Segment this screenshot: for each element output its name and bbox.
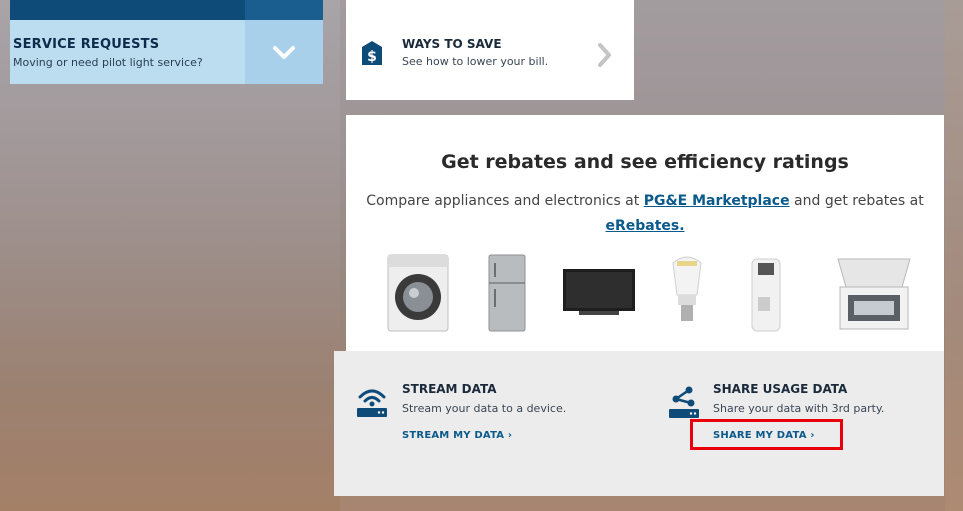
refrigerator-icon[interactable] xyxy=(487,253,527,333)
service-requests-toggle[interactable] xyxy=(245,20,323,84)
highlight-box xyxy=(690,419,843,450)
share-usage-data-title: SHARE USAGE DATA xyxy=(713,382,848,396)
chevron-right-icon[interactable] xyxy=(597,42,613,68)
dollar-icon: $ xyxy=(362,41,382,65)
ways-to-save-title: WAYS TO SAVE xyxy=(402,37,502,51)
svg-text:$: $ xyxy=(367,49,377,65)
share-network-icon xyxy=(669,386,699,418)
rebates-panel: Get rebates and see efficiency ratings C… xyxy=(346,115,944,351)
erebates-link[interactable]: eRebates. xyxy=(605,218,684,234)
wifi-router-icon xyxy=(357,389,387,417)
rebates-description: Compare appliances and electronics at PG… xyxy=(346,193,944,209)
ways-to-save-card[interactable]: $ WAYS TO SAVE See how to lower your bil… xyxy=(346,0,634,100)
marketplace-link[interactable]: PG&E Marketplace xyxy=(644,193,790,209)
data-services-panel: STREAM DATA Stream your data to a device… xyxy=(334,351,944,496)
chest-freezer-icon[interactable] xyxy=(834,253,914,333)
television-icon[interactable] xyxy=(561,253,637,333)
washing-machine-icon[interactable] xyxy=(386,253,450,333)
service-requests-panel[interactable] xyxy=(10,20,245,84)
rebates-text-before: Compare appliances and electronics at xyxy=(366,193,644,209)
stream-my-data-link[interactable]: STREAM MY DATA › xyxy=(402,430,512,441)
stream-data-subtitle: Stream your data to a device. xyxy=(402,402,567,415)
service-requests-title: SERVICE REQUESTS xyxy=(13,37,160,52)
chevron-down-icon xyxy=(273,46,295,59)
ways-to-save-subtitle: See how to lower your bill. xyxy=(402,55,549,68)
light-bulb-icon[interactable] xyxy=(669,253,705,333)
rebates-text-after: and get rebates at xyxy=(789,193,924,209)
rebates-description-line2: eRebates. xyxy=(346,218,944,234)
stream-data-title: STREAM DATA xyxy=(402,382,497,396)
service-panel-header-accent xyxy=(245,0,323,20)
share-usage-data-subtitle: Share your data with 3rd party. xyxy=(713,402,885,415)
service-requests-subtitle: Moving or need pilot light service? xyxy=(13,56,203,69)
water-heater-icon[interactable] xyxy=(744,253,788,333)
rebates-title: Get rebates and see efficiency ratings xyxy=(441,151,849,173)
background-right xyxy=(945,0,963,511)
